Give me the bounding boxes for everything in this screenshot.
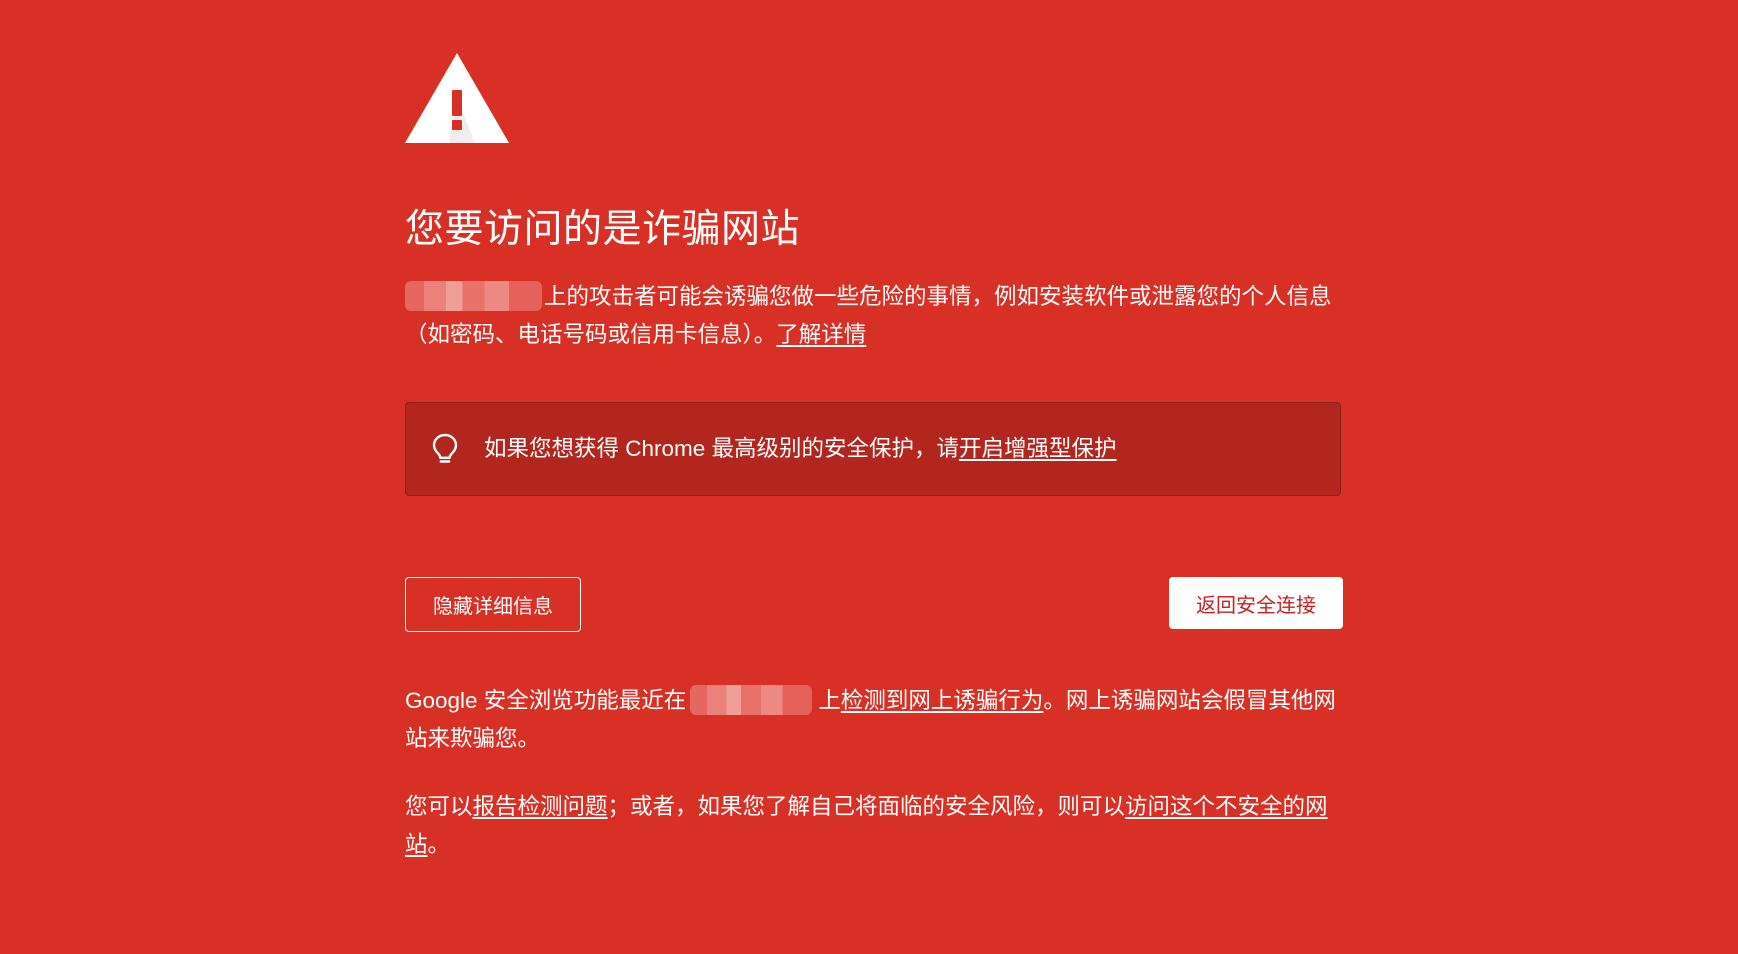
details-p2-prefix: 您可以 <box>405 794 473 819</box>
tip-message: 如果您想获得 Chrome 最高级别的安全保护，请 <box>484 436 960 461</box>
enhanced-protection-banner: 如果您想获得 Chrome 最高级别的安全保护，请开启增强型保护 <box>405 402 1341 496</box>
tip-text: 如果您想获得 Chrome 最高级别的安全保护，请开启增强型保护 <box>484 434 1117 464</box>
warning-triangle-icon <box>405 53 509 143</box>
details-p1-mid: 上 <box>818 688 841 713</box>
details-paragraph-detection: Google 安全浏览功能最近在 上检测到网上诱骗行为。网上诱骗网站会假冒其他网站… <box>405 682 1343 758</box>
redacted-date <box>690 685 813 715</box>
intro-paragraph: 上的攻击者可能会诱骗您做一些危险的事情，例如安装软件或泄露您的个人信息（如密码、… <box>405 278 1343 354</box>
intro-text: 上的攻击者可能会诱骗您做一些危险的事情，例如安装软件或泄露您的个人信息（如密码、… <box>405 284 1332 347</box>
enable-enhanced-protection-link[interactable]: 开启增强型保护 <box>959 436 1117 461</box>
details-p2-suffix: 。 <box>427 832 451 857</box>
page-title: 您要访问的是诈骗网站 <box>405 208 801 251</box>
redacted-site-name <box>405 281 542 311</box>
details-p2-mid: ；或者，如果您了解自己将面临的安全风险，则可以 <box>607 794 1126 819</box>
phishing-detected-link[interactable]: 检测到网上诱骗行为 <box>841 688 1044 713</box>
details-p1-prefix: Google 安全浏览功能最近在 <box>405 688 687 713</box>
back-to-safety-button[interactable]: 返回安全连接 <box>1169 577 1343 629</box>
details-paragraph-options: 您可以报告检测问题；或者，如果您了解自己将面临的安全风险，则可以访问这个不安全的… <box>405 788 1343 864</box>
learn-more-link[interactable]: 了解详情 <box>776 322 866 347</box>
report-detection-problem-link[interactable]: 报告检测问题 <box>473 794 608 819</box>
hide-details-button[interactable]: 隐藏详细信息 <box>405 577 581 632</box>
lightbulb-icon <box>432 433 458 463</box>
